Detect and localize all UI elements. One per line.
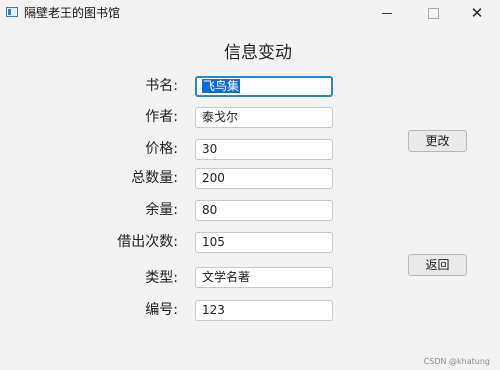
- close-icon: ✕: [470, 4, 484, 22]
- app-icon: [6, 7, 18, 17]
- id-input[interactable]: 123: [195, 300, 333, 321]
- label-id: 编号:: [145, 302, 178, 318]
- label-author: 作者:: [145, 109, 178, 125]
- maximize-icon: [427, 7, 439, 19]
- selected-text: 飞鸟集: [202, 79, 241, 93]
- author-input[interactable]: 泰戈尔: [195, 107, 333, 128]
- price-input[interactable]: 30: [195, 139, 333, 160]
- window-title: 隔壁老王的图书馆: [24, 6, 121, 20]
- book-name-input[interactable]: 飞鸟集: [195, 76, 333, 97]
- total-quantity-input[interactable]: 200: [195, 168, 333, 189]
- minimize-button[interactable]: [364, 0, 410, 26]
- remaining-input[interactable]: 80: [195, 200, 333, 221]
- watermark: CSDN @khatung: [423, 357, 490, 366]
- page-heading: 信息变动: [224, 43, 292, 63]
- title-bar: 隔壁老王的图书馆 ✕: [0, 0, 500, 26]
- borrow-count-input[interactable]: 105: [195, 232, 333, 253]
- category-input[interactable]: 文学名著: [195, 267, 333, 288]
- update-button[interactable]: 更改: [408, 130, 467, 152]
- label-remaining: 余量:: [145, 202, 178, 218]
- label-borrow-count: 借出次数:: [117, 234, 178, 250]
- label-price: 价格:: [145, 141, 178, 157]
- label-category: 类型:: [145, 270, 178, 286]
- label-book-name: 书名:: [145, 78, 178, 94]
- close-button[interactable]: ✕: [454, 0, 500, 26]
- label-total-quantity: 总数量:: [131, 170, 178, 186]
- back-button[interactable]: 返回: [408, 254, 467, 276]
- maximize-button[interactable]: [410, 0, 456, 26]
- minimize-icon: [382, 12, 392, 14]
